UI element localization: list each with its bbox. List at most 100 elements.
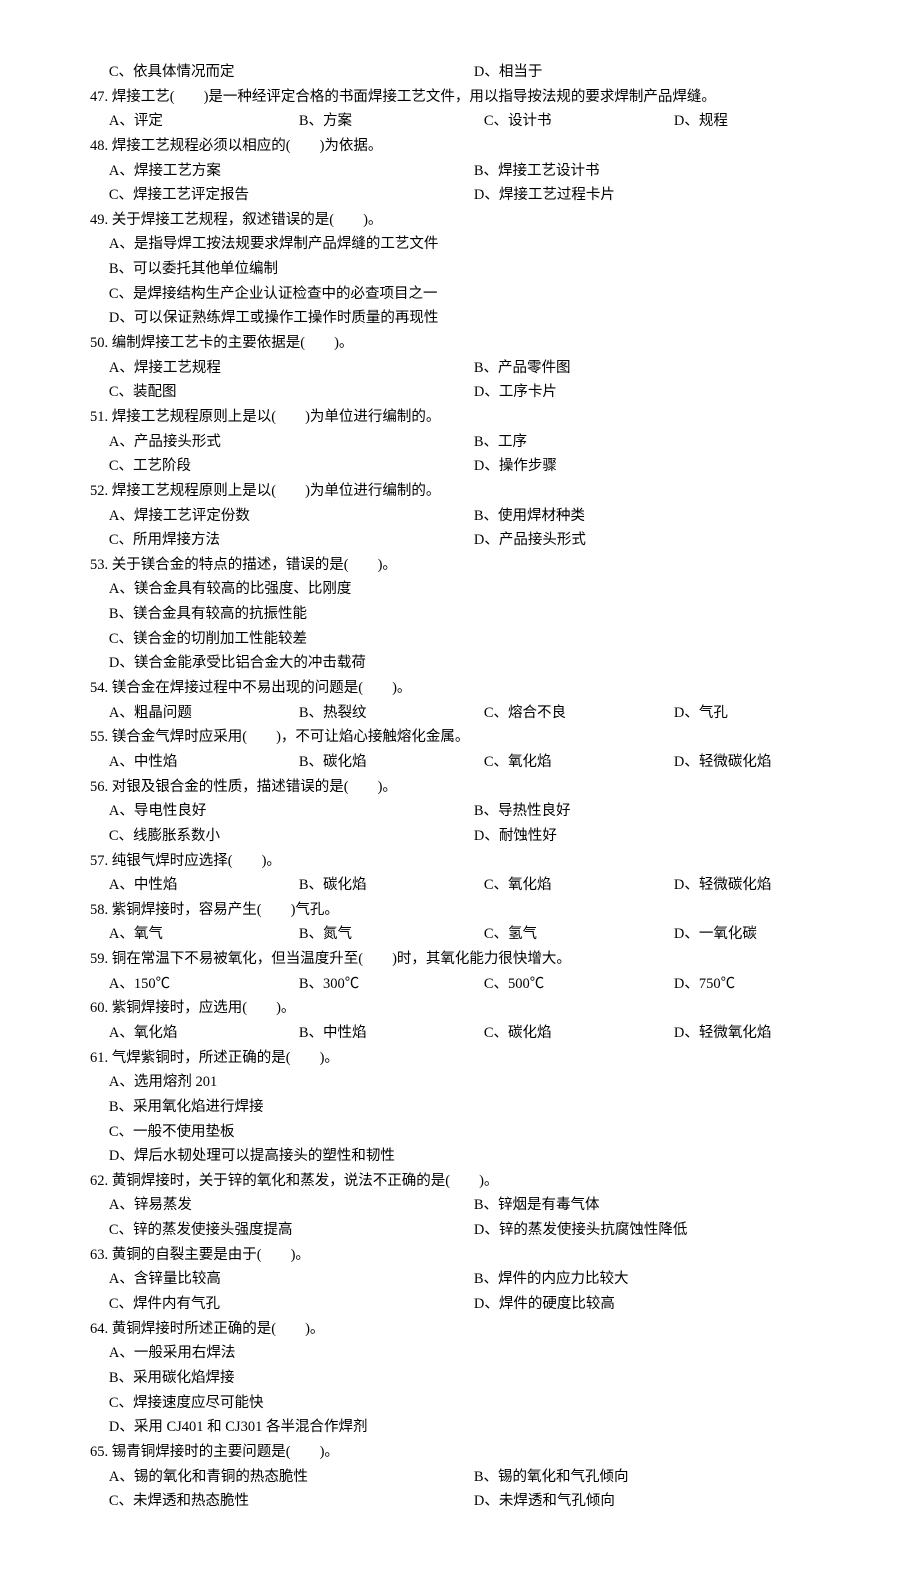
question-stem: 63. 黄铜的自裂主要是由于( )。 bbox=[90, 1243, 840, 1268]
option-a: A、150℃ bbox=[109, 972, 299, 997]
question-stem: 47. 焊接工艺( )是一种经评定合格的书面焊接工艺文件，用以指导按法规的要求焊… bbox=[90, 85, 840, 110]
option-right: D、锌的蒸发使接头抗腐蚀性降低 bbox=[474, 1218, 840, 1243]
option-d: D、规程 bbox=[674, 109, 840, 134]
option-left: C、未焊透和热态脆性 bbox=[109, 1489, 474, 1514]
option-d: D、750℃ bbox=[674, 972, 840, 997]
option-a: A、氧化焰 bbox=[109, 1021, 299, 1046]
options-row: C、装配图D、工序卡片 bbox=[90, 380, 840, 405]
option-left: C、装配图 bbox=[109, 380, 474, 405]
option-a: A、粗晶问题 bbox=[109, 701, 299, 726]
option-c: C、氢气 bbox=[484, 922, 674, 947]
option-right: B、锌烟是有毒气体 bbox=[474, 1193, 840, 1218]
option-d: D、轻微碳化焰 bbox=[674, 873, 840, 898]
options-row: A、中性焰B、碳化焰C、氧化焰D、轻微碳化焰 bbox=[90, 873, 840, 898]
question-stem: 64. 黄铜焊接时所述正确的是( )。 bbox=[90, 1317, 840, 1342]
option-c: C、氧化焰 bbox=[484, 873, 674, 898]
option-line: A、选用熔剂 201 bbox=[90, 1070, 840, 1095]
option-b: B、方案 bbox=[299, 109, 484, 134]
option-line: C、是焊接结构生产企业认证检查中的必查项目之一 bbox=[90, 282, 840, 307]
option-line: B、采用氧化焰进行焊接 bbox=[90, 1095, 840, 1120]
question-stem: 55. 镁合金气焊时应采用( )，不可让焰心接触熔化金属。 bbox=[90, 725, 840, 750]
option-d: D、轻微氧化焰 bbox=[674, 1021, 840, 1046]
option-right: B、产品零件图 bbox=[474, 356, 840, 381]
question-stem: 65. 锡青铜焊接时的主要问题是( )。 bbox=[90, 1440, 840, 1465]
option-line: D、镁合金能承受比铝合金大的冲击载荷 bbox=[90, 651, 840, 676]
option-b: B、热裂纹 bbox=[299, 701, 484, 726]
option-line: B、可以委托其他单位编制 bbox=[90, 257, 840, 282]
options-row: C、焊接工艺评定报告D、焊接工艺过程卡片 bbox=[90, 183, 840, 208]
options-row: A、导电性良好B、导热性良好 bbox=[90, 799, 840, 824]
option-b: B、中性焰 bbox=[299, 1021, 484, 1046]
option-line: D、可以保证熟练焊工或操作工操作时质量的再现性 bbox=[90, 306, 840, 331]
question-stem: 61. 气焊紫铜时，所述正确的是( )。 bbox=[90, 1046, 840, 1071]
option-left: A、焊接工艺方案 bbox=[109, 159, 474, 184]
option-line: A、镁合金具有较高的比强度、比刚度 bbox=[90, 577, 840, 602]
option-c: C、氧化焰 bbox=[484, 750, 674, 775]
option-left: C、线膨胀系数小 bbox=[109, 824, 474, 849]
option-left: A、导电性良好 bbox=[109, 799, 474, 824]
option-left: C、焊件内有气孔 bbox=[109, 1292, 474, 1317]
option-left: A、焊接工艺评定份数 bbox=[109, 504, 474, 529]
question-stem: 53. 关于镁合金的特点的描述，错误的是( )。 bbox=[90, 553, 840, 578]
option-right: B、焊件的内应力比较大 bbox=[474, 1267, 840, 1292]
option-a: A、评定 bbox=[109, 109, 299, 134]
options-row: C、线膨胀系数小D、耐蚀性好 bbox=[90, 824, 840, 849]
option-left: A、含锌量比较高 bbox=[109, 1267, 474, 1292]
question-stem: 57. 纯银气焊时应选择( )。 bbox=[90, 849, 840, 874]
option-line: A、是指导焊工按法规要求焊制产品焊缝的工艺文件 bbox=[90, 232, 840, 257]
question-stem: 60. 紫铜焊接时，应选用( )。 bbox=[90, 996, 840, 1021]
options-row: A、产品接头形式B、工序 bbox=[90, 430, 840, 455]
option-b: B、碳化焰 bbox=[299, 873, 484, 898]
option-d: D、一氧化碳 bbox=[674, 922, 840, 947]
option-b: B、碳化焰 bbox=[299, 750, 484, 775]
options-row: A、含锌量比较高B、焊件的内应力比较大 bbox=[90, 1267, 840, 1292]
option-line: D、焊后水韧处理可以提高接头的塑性和韧性 bbox=[90, 1144, 840, 1169]
option-right: D、未焊透和气孔倾向 bbox=[474, 1489, 840, 1514]
options-row: A、焊接工艺方案B、焊接工艺设计书 bbox=[90, 159, 840, 184]
question-stem: 49. 关于焊接工艺规程，叙述错误的是( )。 bbox=[90, 208, 840, 233]
options-row: A、氧气B、氮气C、氢气D、一氧化碳 bbox=[90, 922, 840, 947]
option-left: A、产品接头形式 bbox=[109, 430, 474, 455]
option-left: A、锌易蒸发 bbox=[109, 1193, 474, 1218]
option-line: B、采用碳化焰焊接 bbox=[90, 1366, 840, 1391]
question-stem: 52. 焊接工艺规程原则上是以( )为单位进行编制的。 bbox=[90, 479, 840, 504]
option-left: A、锡的氧化和青铜的热态脆性 bbox=[109, 1465, 474, 1490]
options-row: A、锌易蒸发B、锌烟是有毒气体 bbox=[90, 1193, 840, 1218]
option-a: A、氧气 bbox=[109, 922, 299, 947]
option-right: B、导热性良好 bbox=[474, 799, 840, 824]
option-b: B、氮气 bbox=[299, 922, 484, 947]
options-row: A、150℃B、300℃C、500℃D、750℃ bbox=[90, 972, 840, 997]
options-row: A、锡的氧化和青铜的热态脆性B、锡的氧化和气孔倾向 bbox=[90, 1465, 840, 1490]
option-line: B、镁合金具有较高的抗振性能 bbox=[90, 602, 840, 627]
option-left: C、锌的蒸发使接头强度提高 bbox=[109, 1218, 474, 1243]
option-left: A、焊接工艺规程 bbox=[109, 356, 474, 381]
options-row: A、焊接工艺规程B、产品零件图 bbox=[90, 356, 840, 381]
option-right: B、工序 bbox=[474, 430, 840, 455]
option-right: D、相当于 bbox=[474, 60, 840, 85]
options-row: A、评定B、方案C、设计书D、规程 bbox=[90, 109, 840, 134]
question-stem: 56. 对银及银合金的性质，描述错误的是( )。 bbox=[90, 775, 840, 800]
option-line: D、采用 CJ401 和 CJ301 各半混合作焊剂 bbox=[90, 1415, 840, 1440]
option-right: D、焊接工艺过程卡片 bbox=[474, 183, 840, 208]
option-line: A、一般采用右焊法 bbox=[90, 1341, 840, 1366]
question-stem: 48. 焊接工艺规程必须以相应的( )为依据。 bbox=[90, 134, 840, 159]
options-row: C、焊件内有气孔D、焊件的硬度比较高 bbox=[90, 1292, 840, 1317]
option-line: C、镁合金的切削加工性能较差 bbox=[90, 627, 840, 652]
option-line: C、一般不使用垫板 bbox=[90, 1120, 840, 1145]
option-left: C、依具体情况而定 bbox=[109, 60, 474, 85]
option-a: A、中性焰 bbox=[109, 873, 299, 898]
question-stem: 50. 编制焊接工艺卡的主要依据是( )。 bbox=[90, 331, 840, 356]
option-c: C、500℃ bbox=[484, 972, 674, 997]
options-row: A、中性焰B、碳化焰C、氧化焰D、轻微碳化焰 bbox=[90, 750, 840, 775]
option-c: C、设计书 bbox=[484, 109, 674, 134]
option-d: D、气孔 bbox=[674, 701, 840, 726]
options-row: A、焊接工艺评定份数B、使用焊材种类 bbox=[90, 504, 840, 529]
option-left: C、所用焊接方法 bbox=[109, 528, 474, 553]
option-c: C、碳化焰 bbox=[484, 1021, 674, 1046]
question-stem: 62. 黄铜焊接时，关于锌的氧化和蒸发，说法不正确的是( )。 bbox=[90, 1169, 840, 1194]
document-body: C、依具体情况而定D、相当于47. 焊接工艺( )是一种经评定合格的书面焊接工艺… bbox=[90, 60, 840, 1514]
option-a: A、中性焰 bbox=[109, 750, 299, 775]
option-right: D、产品接头形式 bbox=[474, 528, 840, 553]
options-row: A、氧化焰B、中性焰C、碳化焰D、轻微氧化焰 bbox=[90, 1021, 840, 1046]
options-row: A、粗晶问题B、热裂纹C、熔合不良D、气孔 bbox=[90, 701, 840, 726]
